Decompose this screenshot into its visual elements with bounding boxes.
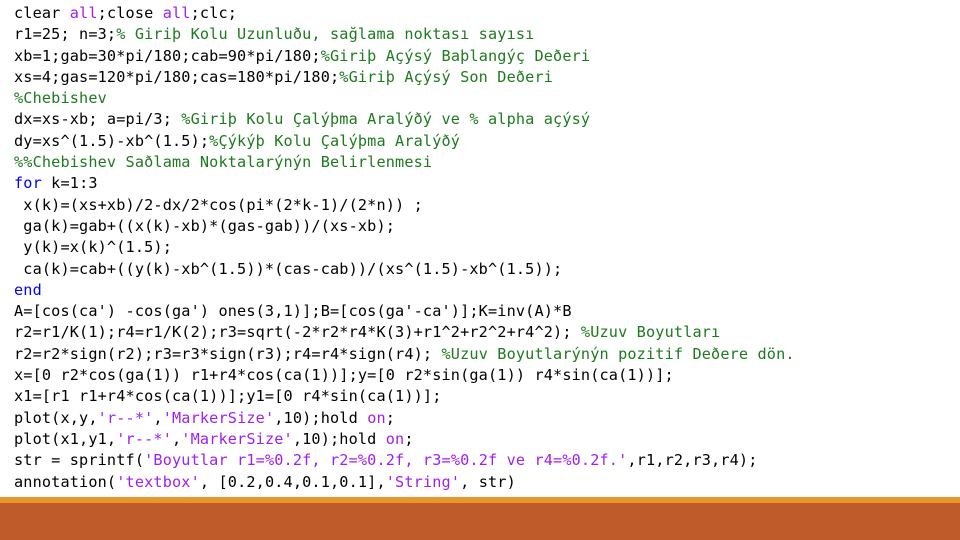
code-token-string: 'r--*' — [97, 408, 154, 427]
code-token-string: 'r--*' — [116, 429, 172, 448]
code-line: clear all;close all;clc; — [14, 3, 954, 24]
code-token-string: 'MarkerSize' — [162, 408, 275, 427]
code-token-string: 'String' — [385, 472, 461, 491]
code-token-plain: ca(k)=cab+((y(k)-xb^(1.5))*(cas-cab))/(x… — [14, 259, 563, 278]
code-token-plain: xb=1;gab=30*pi/180;cab=90*pi/180; — [14, 46, 321, 65]
code-token-plain: ; — [404, 429, 414, 448]
code-line: ca(k)=cab+((y(k)-xb^(1.5))*(cas-cab))/(x… — [14, 259, 954, 280]
code-token-plain: x1=[r1 r1+r4*cos(ca(1))];y1=[0 r4*sin(ca… — [14, 387, 442, 406]
code-token-plain: , — [153, 408, 163, 427]
code-line: x(k)=(xs+xb)/2-dx/2*cos(pi*(2*k-1)/(2*n)… — [14, 195, 954, 216]
code-line: str = sprintf('Boyutlar r1=%0.2f, r2=%0.… — [14, 450, 954, 471]
code-token-plain: r2=r2*sign(r2);r3=r3*sign(r3);r4=r4*sign… — [14, 344, 442, 363]
code-token-string: 'Boyutlar r1=%0.2f, r2=%0.2f, r3=%0.2f v… — [144, 451, 628, 470]
code-line: xs=4;gas=120*pi/180;cas=180*pi/180;%Giri… — [14, 67, 954, 88]
code-line: dy=xs^(1.5)-xb^(1.5);%Çýkýþ Kolu Çalýþma… — [14, 131, 954, 152]
code-token-plain: ,r1,r2,r3,r4); — [627, 451, 758, 470]
code-token-string: all — [162, 4, 191, 22]
code-token-plain: r1=25; n=3; — [14, 25, 117, 44]
code-line: dx=xs-xb; a=pi/3; %Giriþ Kolu Çalýþma Ar… — [14, 109, 954, 130]
code-line: x1=[r1 r1+r4*cos(ca(1))];y1=[0 r4*sin(ca… — [14, 386, 954, 407]
slide-canvas: clear all;close all;clc; r1=25; n=3;% Gir… — [0, 0, 960, 540]
code-token-plain: annotation( — [14, 472, 117, 491]
code-token-plain: plot(x,y, — [14, 408, 98, 427]
code-line: plot(x,y,'r--*','MarkerSize',10);hold on… — [14, 408, 954, 429]
code-token-plain: plot(x1,y1, — [14, 429, 117, 448]
code-line: y(k)=x(k)^(1.5); — [14, 237, 954, 258]
code-line: plot(x1,y1,'r--*','MarkerSize',10);hold … — [14, 429, 954, 450]
code-token-keyword: for — [14, 174, 42, 193]
footer-band — [0, 503, 960, 540]
code-token-string: on — [367, 408, 386, 427]
code-token-plain: , str) — [460, 472, 516, 491]
code-token-plain: str = sprintf( — [14, 451, 145, 470]
code-token-plain: , [0.2,0.4,0.1,0.1], — [199, 472, 386, 491]
code-token-plain: dy=xs^(1.5)-xb^(1.5); — [14, 131, 210, 150]
code-token-plain: ga(k)=gab+((x(k)-xb)*(gas-gab))/(xs-xb); — [14, 216, 396, 235]
code-token-plain: A=[cos(ca') -cos(ga') ones(3,1)];B=[cos(… — [14, 302, 572, 321]
code-token-comment: %Çýkýþ Kolu Çalýþma Aralýðý — [209, 131, 461, 150]
code-token-string: 'MarkerSize' — [181, 429, 293, 448]
code-token-comment: %Giriþ Açýsý Son Deðeri — [339, 67, 554, 86]
code-token-comment: %Chebishev — [14, 89, 107, 108]
code-token-plain: k=1:3 — [41, 174, 98, 193]
code-token-string: on — [385, 429, 405, 448]
matlab-code-block: clear all;close all;clc; r1=25; n=3;% Gir… — [14, 3, 954, 493]
code-token-plain: x=[0 r2*cos(ga(1)) r1+r4*cos(ca(1))];y=[… — [14, 366, 674, 385]
code-token-plain: r2=r1/K(1);r4=r1/K(2);r3=sqrt(-2*r2*r4*K… — [14, 323, 581, 342]
code-line: ga(k)=gab+((x(k)-xb)*(gas-gab))/(xs-xb); — [14, 216, 954, 237]
code-line: %Chebishev — [14, 88, 954, 109]
code-line: annotation('textbox', [0.2,0.4,0.1,0.1],… — [14, 472, 954, 493]
code-token-comment: %Uzuv Boyutlarýnýn pozitif Deðere dön. — [441, 344, 795, 363]
code-token-plain: dx=xs-xb; a=pi/3; — [14, 110, 182, 129]
code-line: r2=r2*sign(r2);r3=r3*sign(r3);r4=r4*sign… — [14, 344, 954, 365]
code-token-keyword: end — [14, 280, 42, 299]
code-token-plain: ,10);hold — [292, 429, 386, 448]
code-token-comment: %Giriþ Kolu Çalýþma Aralýðý ve % alpha a… — [181, 110, 591, 129]
code-line: r1=25; n=3;% Giriþ Kolu Uzunluðu, sağlam… — [14, 24, 954, 45]
code-token-comment: % Giriþ Kolu Uzunluðu, sağlama noktası s… — [116, 25, 535, 44]
code-token-plain: y(k)=x(k)^(1.5); — [14, 238, 172, 257]
code-line: r2=r1/K(1);r4=r1/K(2);r3=sqrt(-2*r2*r4*K… — [14, 322, 954, 343]
code-token-plain: ,10);hold — [274, 408, 368, 427]
code-token-comment: %Uzuv Boyutları — [580, 323, 721, 342]
code-token-comment: %Giriþ Açýsý Baþlangýç Deðeri — [320, 46, 591, 65]
code-token-plain: x(k)=(xs+xb)/2-dx/2*cos(pi*(2*k-1)/(2*n)… — [14, 195, 423, 214]
code-token-plain: ; — [385, 408, 396, 427]
code-token-plain: clear — [14, 4, 70, 22]
code-line: A=[cos(ca') -cos(ga') ones(3,1)];B=[cos(… — [14, 301, 954, 322]
code-token-comment: %%Chebishev Saðlama Noktalarýnýn Belirle… — [14, 153, 433, 172]
code-line: x=[0 r2*cos(ga(1)) r1+r4*cos(ca(1))];y=[… — [14, 365, 954, 386]
code-line: for k=1:3 — [14, 173, 954, 194]
code-token-plain: ;clc; — [190, 4, 238, 22]
code-line: xb=1;gab=30*pi/180;cab=90*pi/180;%Giriþ … — [14, 46, 954, 67]
code-line: end — [14, 280, 954, 301]
code-token-string: all — [69, 4, 98, 22]
code-token-string: 'textbox' — [116, 472, 200, 491]
code-token-plain: ;close — [97, 4, 163, 22]
code-token-plain: , — [172, 429, 182, 448]
code-token-plain: xs=4;gas=120*pi/180;cas=180*pi/180; — [14, 67, 340, 86]
code-line: %%Chebishev Saðlama Noktalarýnýn Belirle… — [14, 152, 954, 173]
